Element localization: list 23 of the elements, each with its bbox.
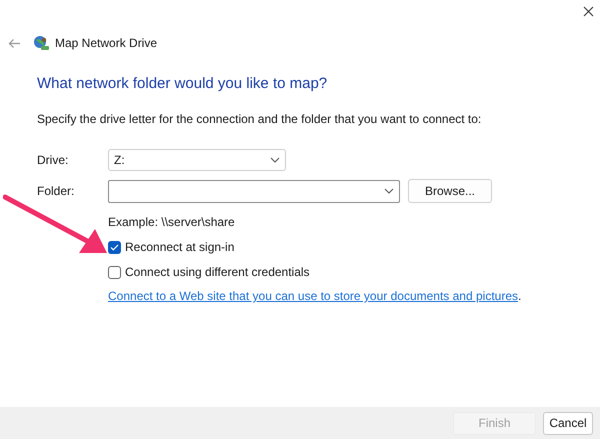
drive-value: Z:: [114, 152, 125, 169]
checkbox-label: Connect using different credentials: [125, 264, 310, 281]
dialog-button[interactable]: Cancel: [543, 412, 593, 434]
web-site-link[interactable]: Connect to a Web site that you can use to store your documents and pictures: [108, 289, 518, 303]
checkmark-icon: [110, 244, 119, 250]
network-drive-icon: [33, 35, 49, 51]
checkbox[interactable]: [108, 240, 121, 254]
checkbox[interactable]: [108, 266, 121, 278]
window-title: Map Network Drive: [55, 35, 158, 52]
browse-button[interactable]: Browse...: [408, 179, 492, 203]
chevron-down-icon: [270, 157, 280, 163]
chevron-down-icon: [384, 188, 394, 194]
close-icon[interactable]: [583, 6, 594, 17]
folder-label: Folder:: [37, 183, 76, 200]
checkbox-label: Reconnect at sign-in: [125, 239, 234, 256]
drive-label: Drive:: [37, 152, 70, 169]
dialog-heading: What network folder would you like to map?: [37, 74, 328, 94]
web-site-link-line: Connect to a Web site that you can use to store your documents and pictures.: [108, 288, 522, 304]
instruction-text: Specify the drive letter for the connection and the folder that you want to connect to:: [37, 111, 482, 127]
drive-dropdown[interactable]: Z:: [108, 149, 286, 171]
folder-combobox[interactable]: [108, 180, 400, 202]
back-arrow-icon[interactable]: [8, 38, 21, 48]
example-text: Example: \\server\share: [108, 214, 236, 230]
